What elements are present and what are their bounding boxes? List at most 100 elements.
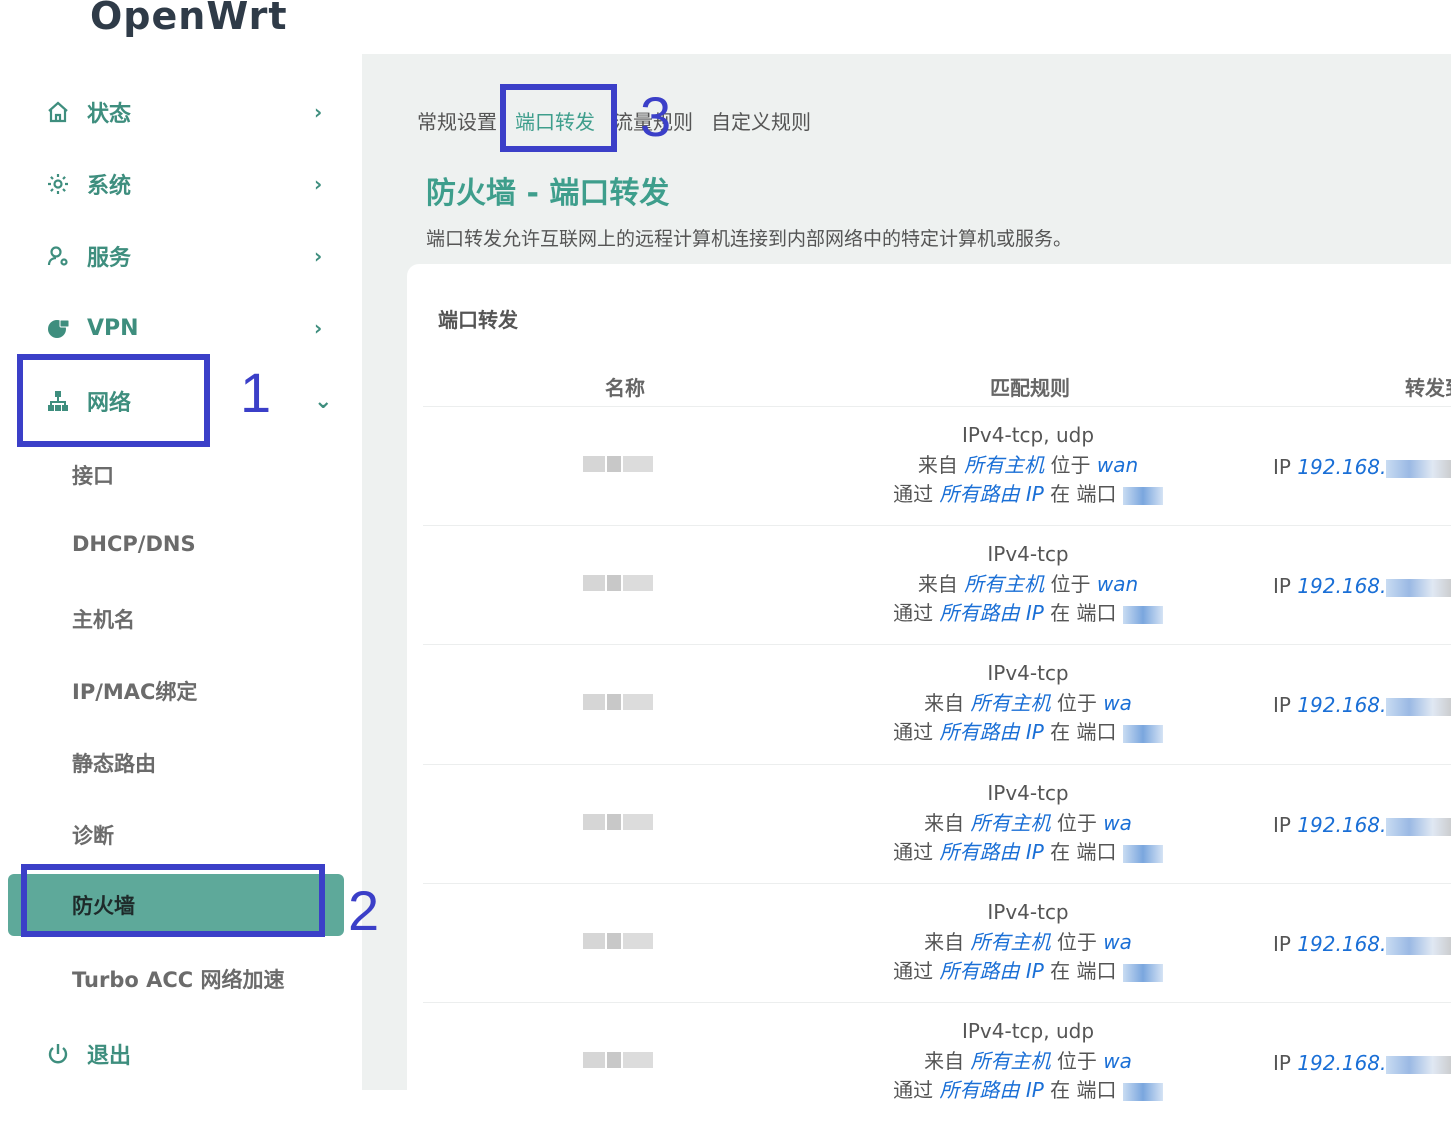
source-host-link[interactable]: 所有主机 bbox=[971, 811, 1051, 835]
zone-label: 位于 bbox=[1056, 1048, 1097, 1073]
via-label: 通过 bbox=[893, 482, 934, 506]
port-redacted bbox=[1122, 963, 1163, 982]
via-ip-link[interactable]: 所有路由 IP bbox=[939, 482, 1043, 506]
sidebar-subitem-hostnames[interactable]: 主机名 bbox=[72, 604, 135, 634]
annotation-box-3 bbox=[500, 84, 617, 152]
source-host-link[interactable]: 所有主机 bbox=[971, 691, 1051, 715]
port-label: 在 端口 bbox=[1050, 482, 1117, 506]
sidebar-subitem-ip-mac-binding[interactable]: IP/MAC绑定 bbox=[72, 676, 197, 706]
ip-redacted bbox=[1386, 459, 1451, 478]
sidebar-item-label: 状态 bbox=[87, 102, 132, 127]
tab-general-settings[interactable]: 常规设置 bbox=[417, 106, 497, 135]
match-rule: IPv4-tcp 来自 所有主机 位于 wa 通过 所有路由 IP 在 端口 bbox=[863, 659, 1193, 748]
forward-ip-link[interactable]: 192.168. bbox=[1297, 813, 1386, 837]
sidebar-item-label: 系统 bbox=[87, 174, 132, 199]
zone-label: 位于 bbox=[1056, 810, 1097, 835]
ip-prefix: IP bbox=[1273, 813, 1291, 837]
column-header-name: 名称 bbox=[605, 376, 645, 400]
annotation-number-3: 3 bbox=[640, 85, 672, 148]
table-row[interactable]: IPv4-tcp 来自 所有主机 位于 wa 通过 所有路由 IP 在 端口 IP … bbox=[423, 764, 1451, 884]
via-label: 通过 bbox=[893, 1078, 934, 1102]
home-icon bbox=[44, 98, 72, 126]
zone-label: 位于 bbox=[1050, 452, 1091, 477]
sidebar-subitem-static-routes[interactable]: 静态路由 bbox=[72, 748, 156, 778]
match-rule: IPv4-tcp, udp 来自 所有主机 位于 wan 通过 所有路由 IP 在 … bbox=[863, 421, 1193, 510]
forward-ip-link[interactable]: 192.168. bbox=[1297, 574, 1386, 598]
sidebar-subitem-turbo-acc[interactable]: Turbo ACC 网络加速 bbox=[72, 964, 284, 994]
ip-prefix: IP bbox=[1273, 693, 1291, 717]
rule-name-redacted bbox=[583, 811, 663, 833]
port-label: 在 端口 bbox=[1050, 601, 1117, 625]
zone-link[interactable]: wan bbox=[1097, 453, 1138, 477]
section-title: 端口转发 bbox=[438, 308, 518, 332]
via-label: 通过 bbox=[893, 840, 934, 864]
chevron-down-icon: ⌄ bbox=[314, 388, 333, 414]
rule-name-redacted bbox=[583, 930, 663, 952]
ip-redacted bbox=[1386, 1055, 1451, 1074]
zone-link[interactable]: wan bbox=[1097, 572, 1138, 596]
forward-target: IP 192.168. bbox=[1273, 932, 1451, 956]
sidebar-item-services[interactable]: 服务 › bbox=[44, 236, 344, 276]
sidebar-item-vpn[interactable]: VPN › bbox=[44, 308, 344, 348]
match-rule: IPv4-tcp 来自 所有主机 位于 wan 通过 所有路由 IP 在 端口 bbox=[863, 540, 1193, 629]
table-row[interactable]: IPv4-tcp 来自 所有主机 位于 wa 通过 所有路由 IP 在 端口 IP … bbox=[423, 644, 1451, 764]
table-row[interactable]: IPv4-tcp, udp 来自 所有主机 位于 wan 通过 所有路由 IP 在 … bbox=[423, 406, 1451, 526]
via-ip-link[interactable]: 所有路由 IP bbox=[939, 1078, 1043, 1102]
zone-link[interactable]: wa bbox=[1103, 930, 1132, 954]
sidebar-item-logout[interactable]: 退出 bbox=[44, 1034, 344, 1074]
via-ip-link[interactable]: 所有路由 IP bbox=[939, 601, 1043, 625]
main-content: 常规设置 端口转发 流量规则 自定义规则 防火墙 - 端口转发 端口转发允许互联… bbox=[362, 54, 1451, 1104]
port-label: 在 端口 bbox=[1050, 1078, 1117, 1102]
annotation-box-2 bbox=[21, 864, 325, 937]
zone-link[interactable]: wa bbox=[1103, 811, 1132, 835]
gear-icon bbox=[44, 170, 72, 198]
table-row[interactable]: IPv4-tcp 来自 所有主机 位于 wa 通过 所有路由 IP 在 端口 IP … bbox=[423, 883, 1451, 1003]
from-label: 来自 bbox=[924, 690, 965, 715]
table-row[interactable]: IPv4-tcp 来自 所有主机 位于 wan 通过 所有路由 IP 在 端口 IP… bbox=[423, 525, 1451, 645]
via-ip-link[interactable]: 所有路由 IP bbox=[939, 840, 1043, 864]
power-icon bbox=[44, 1040, 72, 1068]
annotation-number-1: 1 bbox=[240, 361, 272, 424]
protocol-text: IPv4-tcp, udp bbox=[961, 1019, 1095, 1043]
chevron-right-icon: › bbox=[314, 244, 323, 268]
sidebar-item-system[interactable]: 系统 › bbox=[44, 164, 344, 204]
zone-link[interactable]: wa bbox=[1103, 1049, 1132, 1073]
source-host-link[interactable]: 所有主机 bbox=[971, 1049, 1051, 1073]
ip-prefix: IP bbox=[1273, 1051, 1291, 1075]
forward-ip-link[interactable]: 192.168. bbox=[1297, 1051, 1386, 1075]
sidebar-subitem-interfaces[interactable]: 接口 bbox=[72, 460, 114, 490]
via-label: 通过 bbox=[893, 601, 934, 625]
page-description: 端口转发允许互联网上的远程计算机连接到内部网络中的特定计算机或服务。 bbox=[426, 228, 1073, 250]
forward-target: IP 192.168. bbox=[1273, 1051, 1451, 1075]
chevron-right-icon: › bbox=[314, 316, 323, 340]
sidebar-subitem-dhcp-dns[interactable]: DHCP/DNS bbox=[72, 532, 196, 556]
sidebar-item-label: 服务 bbox=[87, 246, 132, 271]
via-label: 通过 bbox=[893, 959, 934, 983]
via-ip-link[interactable]: 所有路由 IP bbox=[939, 959, 1043, 983]
table-row[interactable]: IPv4-tcp, udp 来自 所有主机 位于 wa 通过 所有路由 IP 在 端… bbox=[423, 1002, 1451, 1122]
forward-target: IP 192.168. bbox=[1273, 693, 1451, 717]
match-rule: IPv4-tcp 来自 所有主机 位于 wa 通过 所有路由 IP 在 端口 bbox=[863, 779, 1193, 868]
protocol-text: IPv4-tcp bbox=[987, 542, 1069, 566]
forward-ip-link[interactable]: 192.168. bbox=[1297, 693, 1386, 717]
logout-label: 退出 bbox=[87, 1044, 132, 1069]
forward-ip-link[interactable]: 192.168. bbox=[1297, 455, 1386, 479]
rule-name-redacted bbox=[583, 1049, 663, 1071]
source-host-link[interactable]: 所有主机 bbox=[964, 572, 1044, 596]
via-ip-link[interactable]: 所有路由 IP bbox=[939, 720, 1043, 744]
column-header-forward: 转发到 bbox=[1405, 376, 1451, 400]
sidebar-item-status[interactable]: 状态 › bbox=[44, 92, 344, 132]
source-host-link[interactable]: 所有主机 bbox=[971, 930, 1051, 954]
source-host-link[interactable]: 所有主机 bbox=[964, 453, 1044, 477]
forward-ip-link[interactable]: 192.168. bbox=[1297, 932, 1386, 956]
ip-redacted bbox=[1386, 697, 1451, 716]
tab-custom-rules[interactable]: 自定义规则 bbox=[711, 106, 811, 135]
sidebar-subitem-diagnostics[interactable]: 诊断 bbox=[72, 820, 114, 850]
zone-link[interactable]: wa bbox=[1103, 691, 1132, 715]
column-header-match: 匹配规则 bbox=[990, 376, 1070, 400]
from-label: 来自 bbox=[924, 1048, 965, 1073]
user-gear-icon bbox=[44, 242, 72, 270]
forward-target: IP 192.168. bbox=[1273, 455, 1451, 479]
match-rule: IPv4-tcp 来自 所有主机 位于 wa 通过 所有路由 IP 在 端口 bbox=[863, 898, 1193, 987]
ip-prefix: IP bbox=[1273, 574, 1291, 598]
